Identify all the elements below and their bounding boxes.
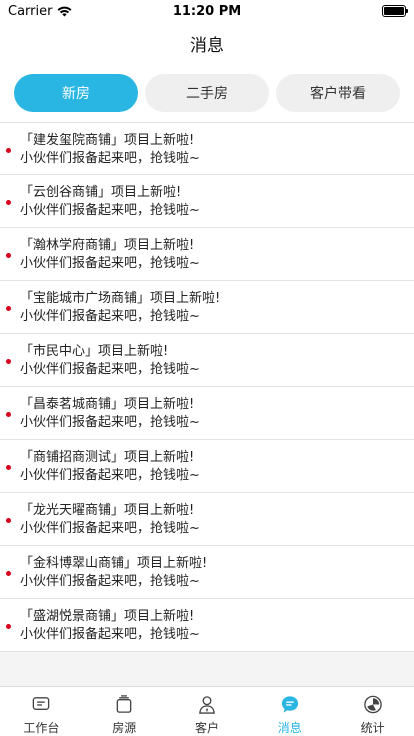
unread-dot xyxy=(6,571,11,576)
message-list: 「建发玺院商铺」项目上新啦! 小伙伴们报备起来吧，抢钱啦~ 「云创谷商铺」项目上… xyxy=(0,122,414,652)
customer-icon xyxy=(199,696,215,714)
tabbar-label: 房源 xyxy=(112,721,137,735)
tabbar-label: 客户 xyxy=(194,721,219,735)
unread-dot xyxy=(6,624,11,629)
unread-dot xyxy=(6,200,11,205)
message-body: 小伙伴们报备起来吧，抢钱啦~ xyxy=(20,574,200,589)
message-title: 「瀚林学府商铺」项目上新啦! xyxy=(20,238,195,253)
message-title: 「云创谷商铺」项目上新啦! xyxy=(20,185,182,200)
nav-bar: 消息 xyxy=(0,22,414,64)
message-title: 「龙光天曜商铺」项目上新啦! xyxy=(20,503,195,518)
message-item[interactable]: 「市民中心」项目上新啦! 小伙伴们报备起来吧，抢钱啦~ xyxy=(0,334,414,387)
message-title: 「建发玺院商铺」项目上新啦! xyxy=(20,133,195,148)
message-item[interactable]: 「云创谷商铺」项目上新啦! 小伙伴们报备起来吧，抢钱啦~ xyxy=(0,175,414,228)
message-body: 小伙伴们报备起来吧，抢钱啦~ xyxy=(20,627,200,642)
tabbar-label: 统计 xyxy=(360,721,385,735)
message-title: 「商铺招商测试」项目上新啦! xyxy=(20,450,195,465)
unread-dot xyxy=(6,306,11,311)
category-tabs: 新房 二手房 客户带看 xyxy=(14,74,400,112)
message-title: 「市民中心」项目上新啦! xyxy=(20,344,169,359)
bottom-tab-bar: 工作台 房源 客户 消息 统计 xyxy=(0,686,414,736)
message-title: 「盛湖悦景商铺」项目上新啦! xyxy=(20,609,195,624)
message-title: 「宝能城市广场商铺」项目上新啦! xyxy=(20,291,221,306)
message-item[interactable]: 「金科博翠山商铺」项目上新啦! 小伙伴们报备起来吧，抢钱啦~ xyxy=(0,546,414,599)
message-body: 小伙伴们报备起来吧，抢钱啦~ xyxy=(20,468,200,483)
message-item[interactable]: 「昌泰茗城商铺」项目上新啦! 小伙伴们报备起来吧，抢钱啦~ xyxy=(0,387,414,440)
message-item[interactable]: 「龙光天曜商铺」项目上新啦! 小伙伴们报备起来吧，抢钱啦~ xyxy=(0,493,414,546)
message-icon xyxy=(281,696,298,713)
workbench-icon xyxy=(33,697,50,710)
message-body: 小伙伴们报备起来吧，抢钱啦~ xyxy=(20,256,200,271)
message-item[interactable]: 「宝能城市广场商铺」项目上新啦! 小伙伴们报备起来吧，抢钱啦~ xyxy=(0,281,414,334)
unread-dot xyxy=(6,148,11,153)
page-title: 消息 xyxy=(190,35,224,56)
message-title: 「昌泰茗城商铺」项目上新啦! xyxy=(20,397,195,412)
listings-icon xyxy=(116,695,132,713)
message-item[interactable]: 「建发玺院商铺」项目上新啦! 小伙伴们报备起来吧，抢钱啦~ xyxy=(0,122,414,175)
tabbar-label: 工作台 xyxy=(23,721,60,735)
statistics-icon xyxy=(363,695,382,714)
unread-dot xyxy=(6,518,11,523)
message-item[interactable]: 「商铺招商测试」项目上新啦! 小伙伴们报备起来吧，抢钱啦~ xyxy=(0,440,414,493)
carrier-info: Carrier xyxy=(8,4,72,19)
unread-dot xyxy=(6,412,11,417)
message-body: 小伙伴们报备起来吧，抢钱啦~ xyxy=(20,309,200,324)
tabbar-label: 消息 xyxy=(277,721,302,735)
battery-icon xyxy=(382,5,408,17)
wifi-icon xyxy=(57,6,72,16)
status-bar: Carrier 11:20 PM xyxy=(0,0,414,22)
message-item[interactable]: 「瀚林学府商铺」项目上新啦! 小伙伴们报备起来吧，抢钱啦~ xyxy=(0,228,414,281)
message-body: 小伙伴们报备起来吧，抢钱啦~ xyxy=(20,151,200,166)
message-body: 小伙伴们报备起来吧，抢钱啦~ xyxy=(20,415,200,430)
carrier-label: Carrier xyxy=(8,3,53,19)
message-title: 「金科博翠山商铺」项目上新啦! xyxy=(20,556,208,571)
tabbar-item-workbench[interactable]: 工作台 xyxy=(0,687,83,736)
unread-dot xyxy=(6,253,11,258)
tabbar-item-listings[interactable]: 房源 xyxy=(83,687,166,736)
tabbar-item-customer[interactable]: 客户 xyxy=(166,687,249,736)
list-footer-space xyxy=(0,652,414,686)
tab-new-house[interactable]: 新房 xyxy=(14,74,138,112)
tab-customer-visit[interactable]: 客户带看 xyxy=(276,74,400,112)
tabbar-item-statistics[interactable]: 统计 xyxy=(331,687,414,736)
message-body: 小伙伴们报备起来吧，抢钱啦~ xyxy=(20,362,200,377)
message-body: 小伙伴们报备起来吧，抢钱啦~ xyxy=(20,203,200,218)
tabbar-item-messages[interactable]: 消息 xyxy=(248,687,331,736)
unread-dot xyxy=(6,465,11,470)
message-item[interactable]: 「盛湖悦景商铺」项目上新啦! 小伙伴们报备起来吧，抢钱啦~ xyxy=(0,599,414,652)
unread-dot xyxy=(6,359,11,364)
message-body: 小伙伴们报备起来吧，抢钱啦~ xyxy=(20,521,200,536)
tab-second-hand[interactable]: 二手房 xyxy=(145,74,269,112)
